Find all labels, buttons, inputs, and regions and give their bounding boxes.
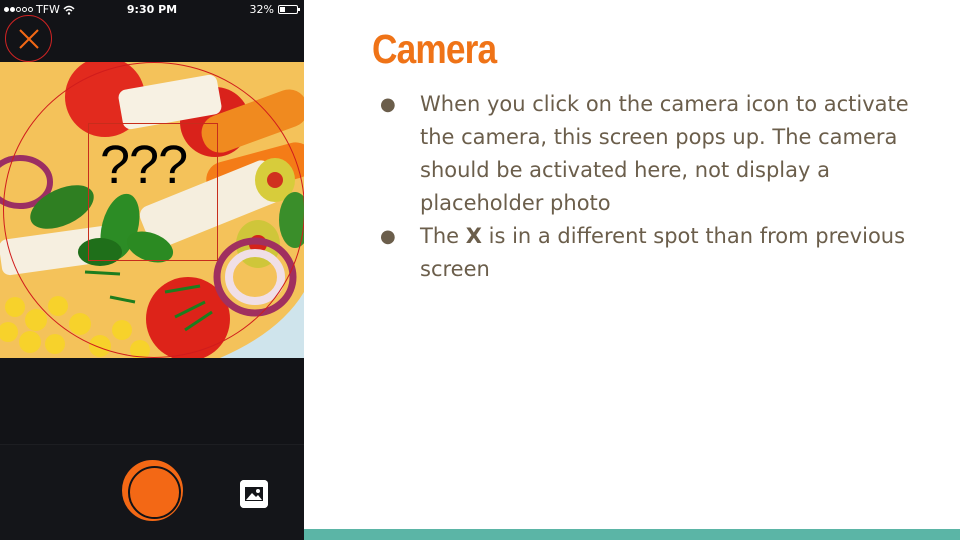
status-bar: TFW 9:30 PM 32% bbox=[0, 0, 304, 20]
close-icon bbox=[18, 28, 39, 49]
bullet-text-bold: X bbox=[465, 224, 482, 248]
camera-controls-bar bbox=[0, 444, 304, 540]
bullet-text-suffix: is in a different spot than from previou… bbox=[420, 224, 906, 281]
image-gallery-icon bbox=[240, 480, 268, 508]
slide: TFW 9:30 PM 32% ??? Camera ● When you cl… bbox=[0, 0, 960, 540]
overlay-question-marks: ??? bbox=[100, 135, 188, 195]
accent-bar bbox=[304, 529, 960, 540]
bullet-item: ● When you click on the camera icon to a… bbox=[380, 88, 940, 220]
bullet-list: ● When you click on the camera icon to a… bbox=[380, 88, 940, 286]
bullet-dot-icon: ● bbox=[380, 226, 396, 247]
shutter-button[interactable] bbox=[122, 460, 183, 521]
battery-icon bbox=[278, 5, 300, 14]
camera-viewfinder[interactable]: ??? bbox=[0, 62, 304, 358]
status-right: 32% bbox=[249, 3, 300, 16]
close-button[interactable] bbox=[5, 15, 52, 62]
phone-screenshot: TFW 9:30 PM 32% ??? bbox=[0, 0, 304, 540]
slide-title: Camera bbox=[372, 26, 497, 72]
battery-percent: 32% bbox=[249, 3, 274, 16]
bullet-dot-icon: ● bbox=[380, 94, 396, 115]
bullet-text-prefix: The bbox=[420, 224, 466, 248]
bullet-text: When you click on the camera icon to act… bbox=[420, 92, 909, 215]
gallery-button[interactable] bbox=[240, 480, 268, 508]
bullet-item: ● The X is in a different spot than from… bbox=[380, 220, 940, 286]
